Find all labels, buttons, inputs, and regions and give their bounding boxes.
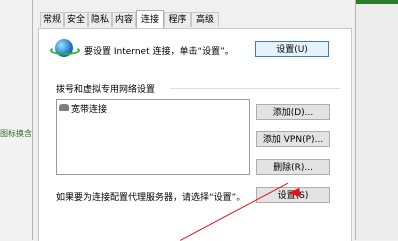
tab-programs[interactable]: 程序 [164,12,191,27]
dialup-section-title: 拨号和虚拟专用网络设置 [56,85,156,95]
background-accent-bar [354,0,398,4]
background-right-panel [354,0,398,240]
section-divider [170,88,340,89]
tab-privacy[interactable]: 隐私 [88,12,112,27]
add-vpn-button[interactable]: 添加 VPN(P)... [256,131,330,147]
background-text: 图标换含 [0,129,32,138]
broadband-connection-icon [59,104,69,111]
tab-connections[interactable]: 连接 [136,10,164,28]
proxy-info-text: 如果要为连接配置代理服务器，请选择“设置”。 [56,193,246,203]
tab-advanced[interactable]: 高级 [191,12,219,27]
tab-general[interactable]: 常规 [40,12,64,27]
setup-button[interactable]: 设置(U) [255,41,329,57]
internet-setup-text: 要设置 Internet 连接，单击“设置”。 [84,47,234,57]
tab-content[interactable]: 内容 [112,12,136,27]
remove-button[interactable]: 删除(R)... [256,159,330,175]
list-item[interactable]: 宽带连接 [71,102,107,115]
add-button[interactable]: 添加(D)... [256,104,330,120]
tab-security[interactable]: 安全 [64,12,88,27]
